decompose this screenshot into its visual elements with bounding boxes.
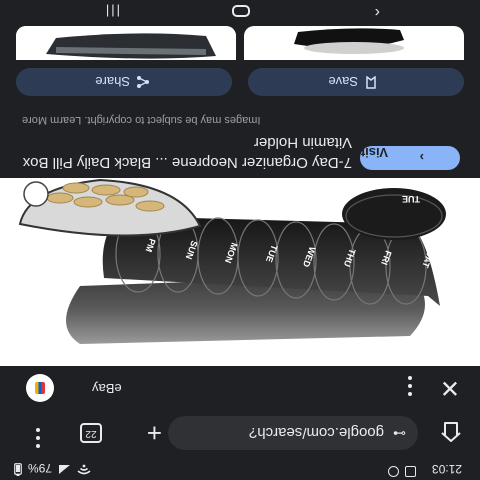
result-info: Visit › 7-Day Organizer Neoprene ... Bla… [0,104,480,178]
wifi-icon [77,461,91,475]
gallery-notification-icon [405,466,416,477]
browser-screen: 21:03 79% ⊶ google.com/search? + 22 ✕ eB… [0,0,480,480]
status-bar: 21:03 79% [0,458,480,480]
browser-toolbar: ⊶ google.com/search? + 22 [0,408,480,458]
visit-label: Visit › [360,145,424,165]
visit-button[interactable]: Visit › [360,145,460,170]
save-label: Save [328,74,358,89]
message-notification-icon [388,466,399,477]
url-text: google.com/search? [248,424,384,441]
save-button[interactable]: Save [248,68,464,96]
image-source-row: ✕ eBay [0,366,480,408]
status-time: 21:03 [431,462,462,476]
back-icon[interactable]: ‹ [375,3,380,21]
lid-day-label: TUE [402,194,420,204]
home-icon[interactable] [438,419,464,445]
status-notification-icons [388,466,416,477]
browser-menu-icon[interactable] [34,424,40,448]
site-settings-icon[interactable]: ⊶ [393,425,406,441]
close-icon[interactable]: ✕ [440,373,460,402]
home-nav-icon[interactable] [232,5,250,17]
product-image[interactable]: SAT FRI THU WED TUE MON SUN PM TUE [0,178,480,366]
new-tab-button[interactable]: + [147,417,162,448]
battery-icon [14,460,22,476]
copyright-notice[interactable]: Images may be subject to copyright. Lear… [22,114,260,126]
related-image-graphic [294,28,404,54]
source-name[interactable]: eBay [92,381,122,396]
system-nav-bar: ‹ ||| [0,0,480,22]
share-label: Share [95,74,130,89]
pill-box-illustration: SAT FRI THU WED TUE MON SUN PM TUE [18,178,446,344]
related-image-graphic [16,26,236,60]
address-bar[interactable]: ⊶ google.com/search? [168,416,418,450]
tab-switcher-button[interactable]: 22 [80,423,102,443]
open-lid [342,188,446,240]
signal-icon [58,461,71,475]
ebay-favicon[interactable] [26,374,54,402]
lens-icon[interactable] [23,181,49,207]
related-image[interactable] [16,26,236,60]
related-images [0,22,480,60]
bookmark-icon [366,73,376,89]
share-icon [136,72,150,89]
battery-percent: 79% [28,461,53,475]
result-title[interactable]: 7-Day Organizer Neoprene ... Black Daily… [22,132,352,172]
status-system-icons: 79% [14,460,91,476]
related-image[interactable] [244,26,464,60]
more-options-icon[interactable] [406,372,412,396]
recent-apps-icon[interactable]: ||| [104,4,120,19]
share-button[interactable]: Share [16,68,232,96]
action-buttons: Save Share [0,60,480,104]
